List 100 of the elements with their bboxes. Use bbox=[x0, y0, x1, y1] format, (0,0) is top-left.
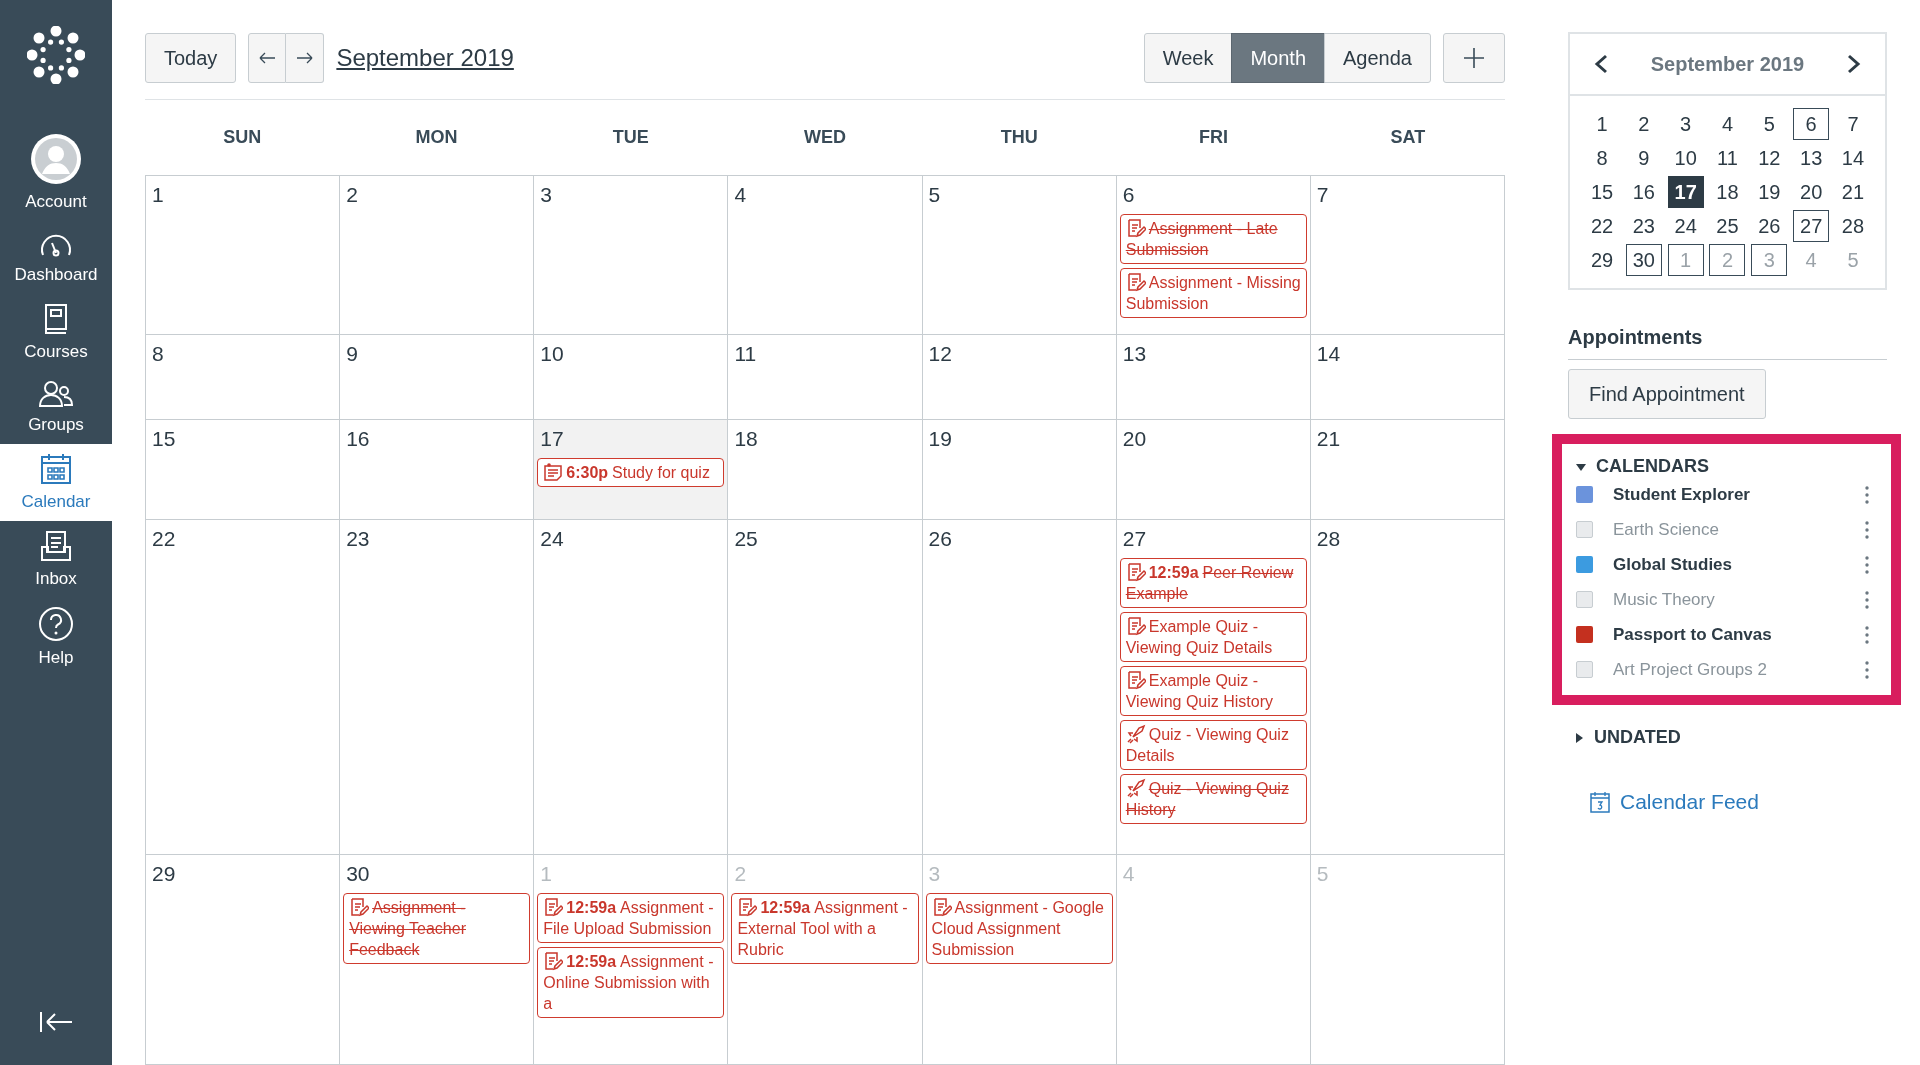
mini-calendar-day[interactable]: 27 bbox=[1793, 210, 1830, 242]
calendar-checkbox[interactable] bbox=[1576, 486, 1593, 503]
undated-toggle[interactable]: UNDATED bbox=[1574, 727, 1681, 748]
day-cell[interactable]: 15 bbox=[146, 420, 341, 520]
view-tab[interactable]: Week bbox=[1143, 33, 1233, 83]
nav-item[interactable]: Inbox bbox=[0, 521, 112, 598]
mini-calendar-day[interactable]: 3 bbox=[1667, 108, 1704, 140]
mini-calendar-day[interactable]: 11 bbox=[1709, 142, 1746, 174]
mini-calendar-day[interactable]: 5 bbox=[1751, 108, 1788, 140]
mini-calendar-day[interactable]: 8 bbox=[1584, 142, 1620, 174]
calendar-event[interactable]: Quiz - Viewing Quiz History bbox=[1119, 774, 1307, 824]
mini-calendar-day[interactable]: 29 bbox=[1584, 244, 1620, 276]
mini-calendar-day[interactable]: 1 bbox=[1584, 108, 1620, 140]
day-cell[interactable]: 14 bbox=[1310, 335, 1505, 420]
nav-item[interactable]: Help bbox=[0, 598, 112, 677]
day-cell[interactable]: 26 bbox=[922, 520, 1117, 855]
day-cell[interactable]: 7 bbox=[1310, 176, 1505, 335]
day-cell[interactable]: 30 Assignment - Viewing Teacher Feedback bbox=[340, 855, 535, 1065]
day-cell[interactable]: 24 bbox=[534, 520, 729, 855]
calendar-event[interactable]: Assignment - Google Cloud Assignment Submission bbox=[925, 893, 1113, 964]
day-cell[interactable]: 2 bbox=[340, 176, 535, 335]
calendar-event[interactable]: 12:59a Peer Review Example bbox=[1119, 558, 1307, 608]
view-tab[interactable]: Agenda bbox=[1324, 33, 1431, 83]
month-title-link[interactable]: September 2019 bbox=[336, 44, 514, 72]
mini-calendar-day[interactable]: 7 bbox=[1834, 108, 1871, 140]
day-cell[interactable]: 4 bbox=[728, 176, 923, 335]
day-cell[interactable]: 28 bbox=[1310, 520, 1505, 855]
nav-item[interactable]: Dashboard bbox=[0, 221, 112, 294]
day-cell[interactable]: 1 bbox=[146, 176, 341, 335]
calendar-event[interactable]: Assignment - Missing Submission bbox=[1119, 268, 1307, 318]
calendar-event[interactable]: Example Quiz - Viewing Quiz History bbox=[1119, 666, 1307, 716]
mini-calendar-day[interactable]: 18 bbox=[1709, 176, 1746, 208]
calendar-event[interactable]: 12:59a Assignment - Online Submission with a bbox=[537, 947, 725, 1018]
calendar-event[interactable]: Assignment - Late Submission bbox=[1119, 214, 1307, 264]
mini-calendar-day[interactable]: 16 bbox=[1625, 176, 1662, 208]
day-cell[interactable]: 12 bbox=[922, 335, 1117, 420]
day-cell[interactable]: 8 bbox=[146, 335, 341, 420]
calendar-feed-link[interactable]: Calendar Feed bbox=[1590, 790, 1887, 814]
calendar-event[interactable]: 6:30p Study for quiz bbox=[537, 458, 725, 487]
calendar-event[interactable]: Assignment - Viewing Teacher Feedback bbox=[343, 893, 531, 964]
calendar-event[interactable]: Example Quiz - Viewing Quiz Details bbox=[1119, 612, 1307, 662]
day-cell[interactable]: 18 bbox=[728, 420, 923, 520]
calendars-toggle[interactable]: CALENDARS bbox=[1576, 456, 1709, 477]
day-cell[interactable]: 6 Assignment - Late Submission Assignment - Missing Submission bbox=[1116, 176, 1311, 335]
calendar-event[interactable]: Quiz - Viewing Quiz Details bbox=[1119, 720, 1307, 770]
day-cell[interactable]: 23 bbox=[340, 520, 535, 855]
mini-calendar-day[interactable]: 2 bbox=[1625, 108, 1662, 140]
nav-item[interactable]: Calendar bbox=[0, 444, 112, 521]
mini-calendar-day[interactable]: 13 bbox=[1793, 142, 1830, 174]
mini-calendar-day[interactable]: 22 bbox=[1584, 210, 1620, 242]
calendar-checkbox[interactable] bbox=[1576, 626, 1593, 643]
mini-calendar-day[interactable]: 25 bbox=[1709, 210, 1746, 242]
day-cell[interactable]: 9 bbox=[340, 335, 535, 420]
day-cell[interactable]: 1 12:59a Assignment - File Upload Submission 12:59a Assignment - Online Submission with a bbox=[534, 855, 729, 1065]
day-cell[interactable]: 27 12:59a Peer Review Example Example Quiz - Viewing Quiz Details Example Quiz - Viewing Quiz History Quiz - Viewing Quiz Details Quiz - Viewing Quiz History bbox=[1116, 520, 1311, 855]
mini-calendar-day[interactable]: 12 bbox=[1751, 142, 1788, 174]
mini-calendar-day[interactable]: 24 bbox=[1667, 210, 1704, 242]
mini-calendar-day[interactable]: 19 bbox=[1751, 176, 1788, 208]
calendar-event[interactable]: 12:59a Assignment - File Upload Submission bbox=[537, 893, 725, 943]
mini-calendar-day[interactable]: 6 bbox=[1793, 108, 1830, 140]
mini-calendar-day[interactable]: 28 bbox=[1834, 210, 1871, 242]
nav-item[interactable]: Groups bbox=[0, 371, 112, 444]
view-tab[interactable]: Month bbox=[1231, 33, 1326, 83]
day-cell[interactable]: 19 bbox=[922, 420, 1117, 520]
mini-calendar-day[interactable]: 17 bbox=[1667, 176, 1704, 208]
day-cell[interactable]: 11 bbox=[728, 335, 923, 420]
mini-calendar-day[interactable]: 10 bbox=[1667, 142, 1704, 174]
calendar-checkbox[interactable] bbox=[1576, 521, 1593, 538]
mini-calendar-day[interactable]: 9 bbox=[1625, 142, 1662, 174]
nav-item[interactable]: Courses bbox=[0, 294, 112, 371]
mini-calendar-day[interactable]: 26 bbox=[1751, 210, 1788, 242]
add-event-button[interactable] bbox=[1443, 33, 1505, 83]
calendar-checkbox[interactable] bbox=[1576, 591, 1593, 608]
nav-item[interactable]: Account bbox=[0, 124, 112, 221]
avatar-icon bbox=[29, 132, 83, 186]
day-cell[interactable]: 5 bbox=[922, 176, 1117, 335]
day-cell[interactable]: 21 bbox=[1310, 420, 1505, 520]
calendar-event[interactable]: 12:59a Assignment - External Tool with a Rubric bbox=[731, 893, 919, 964]
day-cell[interactable]: 20 bbox=[1116, 420, 1311, 520]
mini-calendar-day[interactable]: 14 bbox=[1834, 142, 1871, 174]
calendar-checkbox[interactable] bbox=[1576, 556, 1593, 573]
mini-calendar-day[interactable]: 20 bbox=[1793, 176, 1830, 208]
day-cell[interactable]: 22 bbox=[146, 520, 341, 855]
find-appointment-button[interactable]: Find Appointment bbox=[1568, 369, 1766, 419]
mini-calendar-day[interactable]: 4 bbox=[1709, 108, 1746, 140]
calendar-checkbox[interactable] bbox=[1576, 661, 1593, 678]
next-button[interactable] bbox=[286, 33, 325, 83]
mini-calendar-day[interactable]: 21 bbox=[1834, 176, 1871, 208]
day-cell[interactable]: 2 12:59a Assignment - External Tool with a Rubric bbox=[728, 855, 923, 1065]
day-cell[interactable]: 29 bbox=[146, 855, 341, 1065]
today-button[interactable]: Today bbox=[145, 33, 237, 83]
day-number: 26 bbox=[927, 526, 952, 552]
mini-calendar-day[interactable]: 23 bbox=[1625, 210, 1662, 242]
day-cell[interactable]: 25 bbox=[728, 520, 923, 855]
day-cell[interactable]: 13 bbox=[1116, 335, 1311, 420]
day-cell[interactable]: 3 bbox=[534, 176, 729, 335]
day-cell[interactable]: 3 Assignment - Google Cloud Assignment Submission bbox=[922, 855, 1117, 1065]
day-cell[interactable]: 17 6:30p Study for quiz bbox=[534, 420, 729, 520]
mini-calendar-day[interactable]: 30 bbox=[1625, 244, 1662, 276]
mini-calendar-day[interactable]: 15 bbox=[1584, 176, 1620, 208]
